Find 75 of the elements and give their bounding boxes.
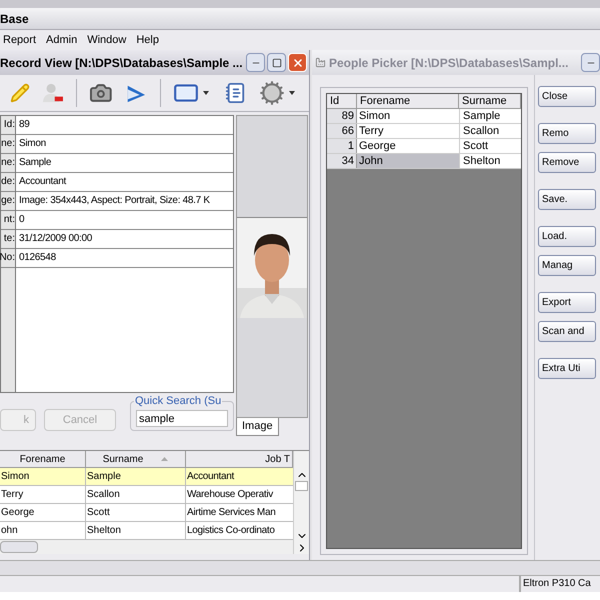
menu-item[interactable]: Help <box>136 32 159 48</box>
table-cell: Simon <box>0 468 86 485</box>
field-label: No: <box>1 249 15 268</box>
field-value[interactable]: Sample <box>16 154 233 173</box>
table-cell: Shelton <box>86 522 186 539</box>
factory-icon <box>315 57 326 68</box>
image-tab[interactable]: Image <box>236 418 279 436</box>
field-value[interactable]: 0126548 <box>16 249 233 268</box>
sort-arrow-icon <box>161 457 168 461</box>
table-cell: Scott <box>86 504 186 521</box>
table-cell: Sample <box>459 109 521 123</box>
column-header[interactable]: Forename <box>0 451 86 467</box>
close-icon <box>292 56 304 68</box>
table-cell: George <box>0 504 86 521</box>
table-cell: 66 <box>327 124 357 138</box>
action-button[interactable]: Manag <box>538 255 596 276</box>
field-value[interactable]: Simon <box>16 135 233 154</box>
window-title: Base <box>0 10 29 28</box>
action-button[interactable]: Remo <box>538 123 596 144</box>
action-button[interactable]: Remove <box>538 152 596 173</box>
table-row[interactable]: ohn Shelton Logistics Co-ordinato <box>0 522 293 540</box>
action-button[interactable]: Load. <box>538 226 596 247</box>
table-cell: 89 <box>327 109 357 123</box>
window-title: Record View [N:\DPS\Databases\Sample ... <box>0 54 243 72</box>
field-value[interactable]: 31/12/2009 00:00 <box>16 230 233 249</box>
column-header[interactable]: Surname <box>86 451 186 467</box>
field-label: te: <box>1 230 15 249</box>
field-value[interactable]: Image: 354x443, Aspect: Portrait, Size: 48.7 K <box>16 192 233 211</box>
table-cell: Scallon <box>459 124 521 138</box>
quick-search-field[interactable]: sample <box>136 410 228 427</box>
table-cell: 1 <box>327 139 357 153</box>
menu-item[interactable]: Window <box>87 32 126 48</box>
dropdown-caret-icon[interactable] <box>288 91 295 95</box>
scrollbar-thumb[interactable] <box>0 541 38 553</box>
field-label: ge: <box>1 192 15 211</box>
field-value[interactable]: 0 <box>16 211 233 230</box>
table-cell: John <box>357 154 459 168</box>
notepad-icon[interactable] <box>225 81 247 105</box>
menu-item[interactable]: Report <box>3 32 36 48</box>
action-button[interactable]: Export <box>538 292 596 313</box>
field-label: nt: <box>1 211 15 230</box>
table-row[interactable]: George Scott Airtime Services Man <box>0 504 293 522</box>
table-cell: Scallon <box>86 486 186 503</box>
close-button[interactable] <box>288 53 307 72</box>
field-label: Id: <box>1 116 15 135</box>
scrollbar-thumb[interactable] <box>295 481 308 491</box>
action-button[interactable]: Scan and <box>538 321 596 342</box>
action-button[interactable]: Extra Uti <box>538 358 596 379</box>
user-remove-icon[interactable] <box>42 81 64 105</box>
group-legend: Quick Search (Su <box>134 393 222 410</box>
table-cell: 34 <box>327 154 357 168</box>
action-button[interactable]: Save. <box>538 189 596 210</box>
table-cell: Shelton <box>459 154 521 168</box>
field-label: ne: <box>1 154 15 173</box>
table-cell: Terry <box>0 486 86 503</box>
table-cell: Scott <box>459 139 521 153</box>
table-cell-text: Warehouse Operativ <box>186 488 274 502</box>
field-label: de: <box>1 173 15 192</box>
window-title: People Picker [N:\DPS\Databases\Sampl... <box>329 54 568 72</box>
maximize-button[interactable] <box>267 53 286 72</box>
field-value[interactable]: 89 <box>16 116 233 135</box>
table-cell: ohn <box>0 522 86 539</box>
field-label: ne: <box>1 135 15 154</box>
minimize-button[interactable] <box>581 53 600 72</box>
table-cell-text: Logistics Co-ordinato <box>186 524 276 538</box>
action-button[interactable]: Close <box>538 86 596 107</box>
dropdown-caret-icon[interactable] <box>203 91 210 95</box>
menu-item[interactable]: Admin <box>46 32 78 48</box>
maximize-icon <box>272 58 282 68</box>
table-cell-text: Airtime Services Man <box>186 506 276 520</box>
table-cell-text: Accountant <box>186 470 236 484</box>
table-cell: Sample <box>86 468 186 485</box>
field-value[interactable]: Accountant <box>16 173 233 192</box>
table-row[interactable]: Simon Sample Accountant <box>0 468 293 486</box>
table-row[interactable]: Terry Scallon Warehouse Operativ <box>0 486 293 504</box>
